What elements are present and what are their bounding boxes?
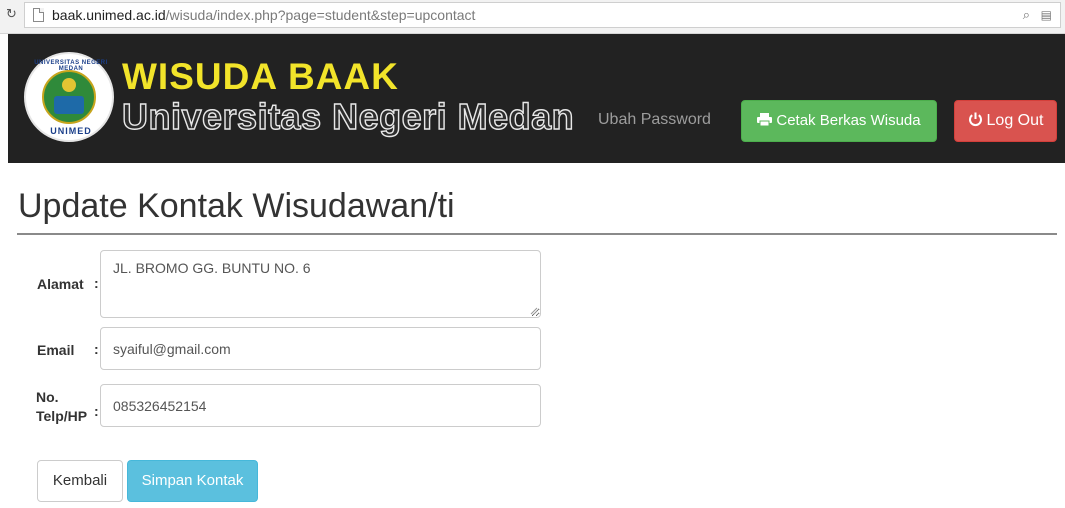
back-button[interactable]: Kembali [37,460,123,502]
address-textarea[interactable]: JL. BROMO GG. BUNTU NO. 6 [100,250,541,318]
logout-button-label: Log Out [986,112,1044,129]
address-colon: : [94,275,99,291]
logout-button[interactable]: Log Out [954,100,1057,142]
save-contact-button[interactable]: Simpan Kontak [127,460,258,502]
printer-icon [757,101,773,141]
page-title: Update Kontak Wisudawan/ti [18,187,455,225]
url-host: baak.unimed.ac.id [52,7,166,23]
url-path: /wisuda/index.php?page=student&step=upco… [165,7,476,23]
site-header: UNIVERSITAS NEGERI MEDAN UNIMED WISUDA B… [8,34,1065,163]
change-password-link[interactable]: Ubah Password [598,111,711,129]
university-logo: UNIVERSITAS NEGERI MEDAN UNIMED [24,52,114,142]
brand-title[interactable]: WISUDA BAAK [122,58,399,96]
reload-icon[interactable]: ↻ [6,8,20,22]
url-text[interactable]: baak.unimed.ac.id/wisuda/index.php?page=… [52,7,475,23]
print-button-label: Cetak Berkas Wisuda [776,112,921,129]
phone-colon: : [94,403,99,419]
email-colon: : [94,341,99,357]
logo-ring-bottom-text: UNIMED [50,126,92,136]
phone-label-line2: Telp/HP [36,408,88,424]
translate-icon[interactable]: ▤ [1041,8,1052,22]
power-icon [968,101,983,141]
logo-emblem [42,70,96,124]
email-label: Email [37,342,75,358]
email-field[interactable] [100,327,541,370]
print-documents-button[interactable]: Cetak Berkas Wisuda [741,100,937,142]
phone-field[interactable] [100,384,541,427]
brand-subtitle[interactable]: Universitas Negeri Medan [121,97,574,136]
zoom-icon[interactable]: ⌕ [1023,8,1030,23]
url-box[interactable]: baak.unimed.ac.id/wisuda/index.php?page=… [24,2,1061,28]
address-label: Alamat [37,276,84,292]
title-divider [17,233,1057,235]
browser-address-bar: ↻ baak.unimed.ac.id/wisuda/index.php?pag… [0,0,1065,34]
page-icon [33,8,44,22]
phone-label-line1: No. [36,389,59,405]
